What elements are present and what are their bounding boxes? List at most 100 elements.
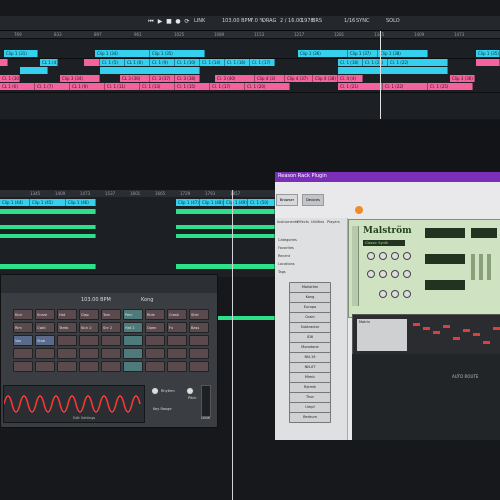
clip[interactable]: Clip 1 (48) bbox=[200, 199, 224, 206]
clip[interactable]: Clip 1 (47) bbox=[176, 199, 200, 206]
drum-pad[interactable] bbox=[123, 361, 143, 372]
stop-icon[interactable]: ■ bbox=[166, 19, 172, 25]
sequencer-note[interactable] bbox=[483, 341, 490, 344]
clip[interactable]: Clip 4 (37) bbox=[285, 75, 313, 82]
section-recent[interactable]: Recent bbox=[278, 254, 290, 258]
drum-pad[interactable] bbox=[189, 348, 209, 359]
clip[interactable]: Cl. 1 (21) bbox=[363, 59, 388, 66]
clip[interactable]: CL 1 (9) bbox=[70, 83, 105, 90]
clip[interactable]: Cl. 1 (17) bbox=[210, 83, 245, 90]
drum-pad[interactable]: Clap bbox=[79, 309, 99, 320]
malstrom-knob[interactable] bbox=[403, 290, 411, 298]
clip[interactable]: Clip 3 (36) bbox=[450, 75, 475, 82]
drum-pad[interactable] bbox=[167, 335, 187, 346]
drum-pad[interactable]: Vox bbox=[13, 335, 33, 346]
clip[interactable]: Clip 1 (37) bbox=[348, 50, 378, 57]
record-icon[interactable]: ● bbox=[175, 19, 181, 25]
play-icon[interactable]: ▶ bbox=[157, 19, 163, 25]
clip[interactable] bbox=[176, 264, 275, 269]
malstrom-knob[interactable] bbox=[403, 252, 411, 260]
clip[interactable] bbox=[0, 264, 96, 269]
drum-pad[interactable] bbox=[35, 348, 55, 359]
clip[interactable]: Clip 1 (45) bbox=[30, 199, 66, 206]
drum-pad[interactable]: Tom bbox=[101, 309, 121, 320]
rewind-icon[interactable]: ⏮ bbox=[148, 19, 154, 25]
clip[interactable] bbox=[338, 67, 448, 74]
section-favorites[interactable]: Favorites bbox=[278, 246, 294, 250]
clip[interactable] bbox=[0, 59, 8, 66]
fader[interactable] bbox=[471, 254, 475, 280]
drum-pad[interactable] bbox=[13, 361, 33, 372]
loop-icon[interactable]: ⟳ bbox=[184, 19, 190, 25]
filter-effects[interactable]: Effects bbox=[297, 220, 309, 224]
clip[interactable]: Cl. 1 (50) bbox=[248, 199, 275, 206]
rhythm-knob[interactable] bbox=[151, 387, 159, 395]
clip[interactable]: Clip 1 (34) bbox=[95, 50, 150, 57]
clip[interactable]: Clip 3 (34) bbox=[60, 75, 100, 82]
patch-name-display[interactable]: Classic Synth bbox=[363, 240, 405, 246]
clip[interactable] bbox=[0, 209, 96, 214]
drum-pad[interactable]: Perc bbox=[123, 309, 143, 320]
link-label[interactable]: LINK bbox=[194, 18, 205, 24]
drum-pad[interactable] bbox=[57, 348, 77, 359]
clip[interactable]: Clip 1 (31) bbox=[4, 50, 38, 57]
malstrom-knob[interactable] bbox=[379, 290, 387, 298]
drum-pad[interactable] bbox=[57, 361, 77, 372]
filter-instruments[interactable]: Instruments bbox=[277, 220, 298, 224]
malstrom-knob[interactable] bbox=[367, 252, 375, 260]
clip[interactable]: Clip 1 (38) bbox=[378, 50, 428, 57]
clip[interactable]: Clip 4 (3) bbox=[255, 75, 285, 82]
malstrom-knob[interactable] bbox=[391, 252, 399, 260]
clip[interactable]: Cl. 1 (7) bbox=[35, 83, 70, 90]
position-display[interactable]: 2 / 16.00 bbox=[280, 18, 302, 24]
timeline-ruler-top[interactable]: 769 833 897 961 1025 1089 1153 1217 1281… bbox=[0, 31, 500, 39]
clip[interactable] bbox=[176, 234, 275, 238]
browser-tab[interactable]: Browser bbox=[276, 194, 298, 206]
clip[interactable] bbox=[100, 67, 200, 74]
drum-pad[interactable] bbox=[57, 335, 77, 346]
drum-pad[interactable]: Snr 2 bbox=[101, 322, 121, 333]
clip[interactable]: CL 1 (4) bbox=[40, 59, 58, 66]
clip[interactable]: Cl. 1 (16) bbox=[225, 59, 250, 66]
drum-pad[interactable]: Tamb bbox=[57, 322, 77, 333]
clip[interactable] bbox=[0, 234, 96, 238]
malstrom-knob[interactable] bbox=[367, 270, 375, 278]
drum-pad[interactable]: Crash bbox=[167, 309, 187, 320]
tempo-display[interactable]: 103.00 BPM bbox=[222, 18, 252, 24]
filter-utilities[interactable]: Utilities bbox=[311, 220, 324, 224]
drum-pad[interactable]: Hat bbox=[57, 309, 77, 320]
sequencer-note[interactable] bbox=[493, 327, 500, 330]
clip[interactable] bbox=[20, 67, 48, 74]
clip[interactable]: Clip 4 (38) bbox=[313, 75, 338, 82]
drum-pad[interactable] bbox=[167, 361, 187, 372]
malstrom-device[interactable]: Malström Classic Synth bbox=[348, 219, 500, 318]
fader[interactable] bbox=[479, 254, 483, 280]
clip[interactable]: Cl. 1 (13) bbox=[140, 83, 175, 90]
drum-pad[interactable] bbox=[13, 348, 33, 359]
clip[interactable] bbox=[216, 316, 275, 320]
drum-pad[interactable]: Stab bbox=[35, 335, 55, 346]
malstrom-knob[interactable] bbox=[403, 270, 411, 278]
drum-pad[interactable] bbox=[35, 361, 55, 372]
rack-title-bar[interactable]: Reason Rack Plugin bbox=[275, 172, 500, 182]
clip[interactable]: Cl. 1 (15) bbox=[175, 83, 210, 90]
devices-tab[interactable]: Devices bbox=[302, 194, 324, 206]
drum-pad[interactable]: Bass bbox=[189, 322, 209, 333]
sequencer-note[interactable] bbox=[433, 331, 440, 334]
clip[interactable]: Clip 1 (49) bbox=[224, 199, 248, 206]
drum-pad[interactable] bbox=[145, 361, 165, 372]
clip[interactable]: Cl. 1 (21) bbox=[338, 83, 383, 90]
drum-pad[interactable]: Kick 2 bbox=[79, 322, 99, 333]
drum-pad[interactable] bbox=[123, 335, 143, 346]
clip[interactable]: Cl. 1 (11) bbox=[105, 83, 140, 90]
clip[interactable]: CL 3 (36) bbox=[120, 75, 150, 82]
clip[interactable]: Cl. 1 (10) bbox=[175, 59, 200, 66]
matrix-sequencer[interactable]: Matrix bbox=[352, 314, 500, 356]
clip[interactable]: Clip 1 (36) bbox=[298, 50, 348, 57]
clip[interactable]: Cl. 1 (22) bbox=[388, 59, 448, 66]
clip[interactable]: Cl. 1 (17) bbox=[250, 59, 275, 66]
sequencer-note[interactable] bbox=[473, 333, 480, 336]
sequencer-note[interactable] bbox=[423, 327, 430, 330]
drum-pad[interactable]: Fx bbox=[167, 322, 187, 333]
clip[interactable] bbox=[176, 225, 275, 229]
